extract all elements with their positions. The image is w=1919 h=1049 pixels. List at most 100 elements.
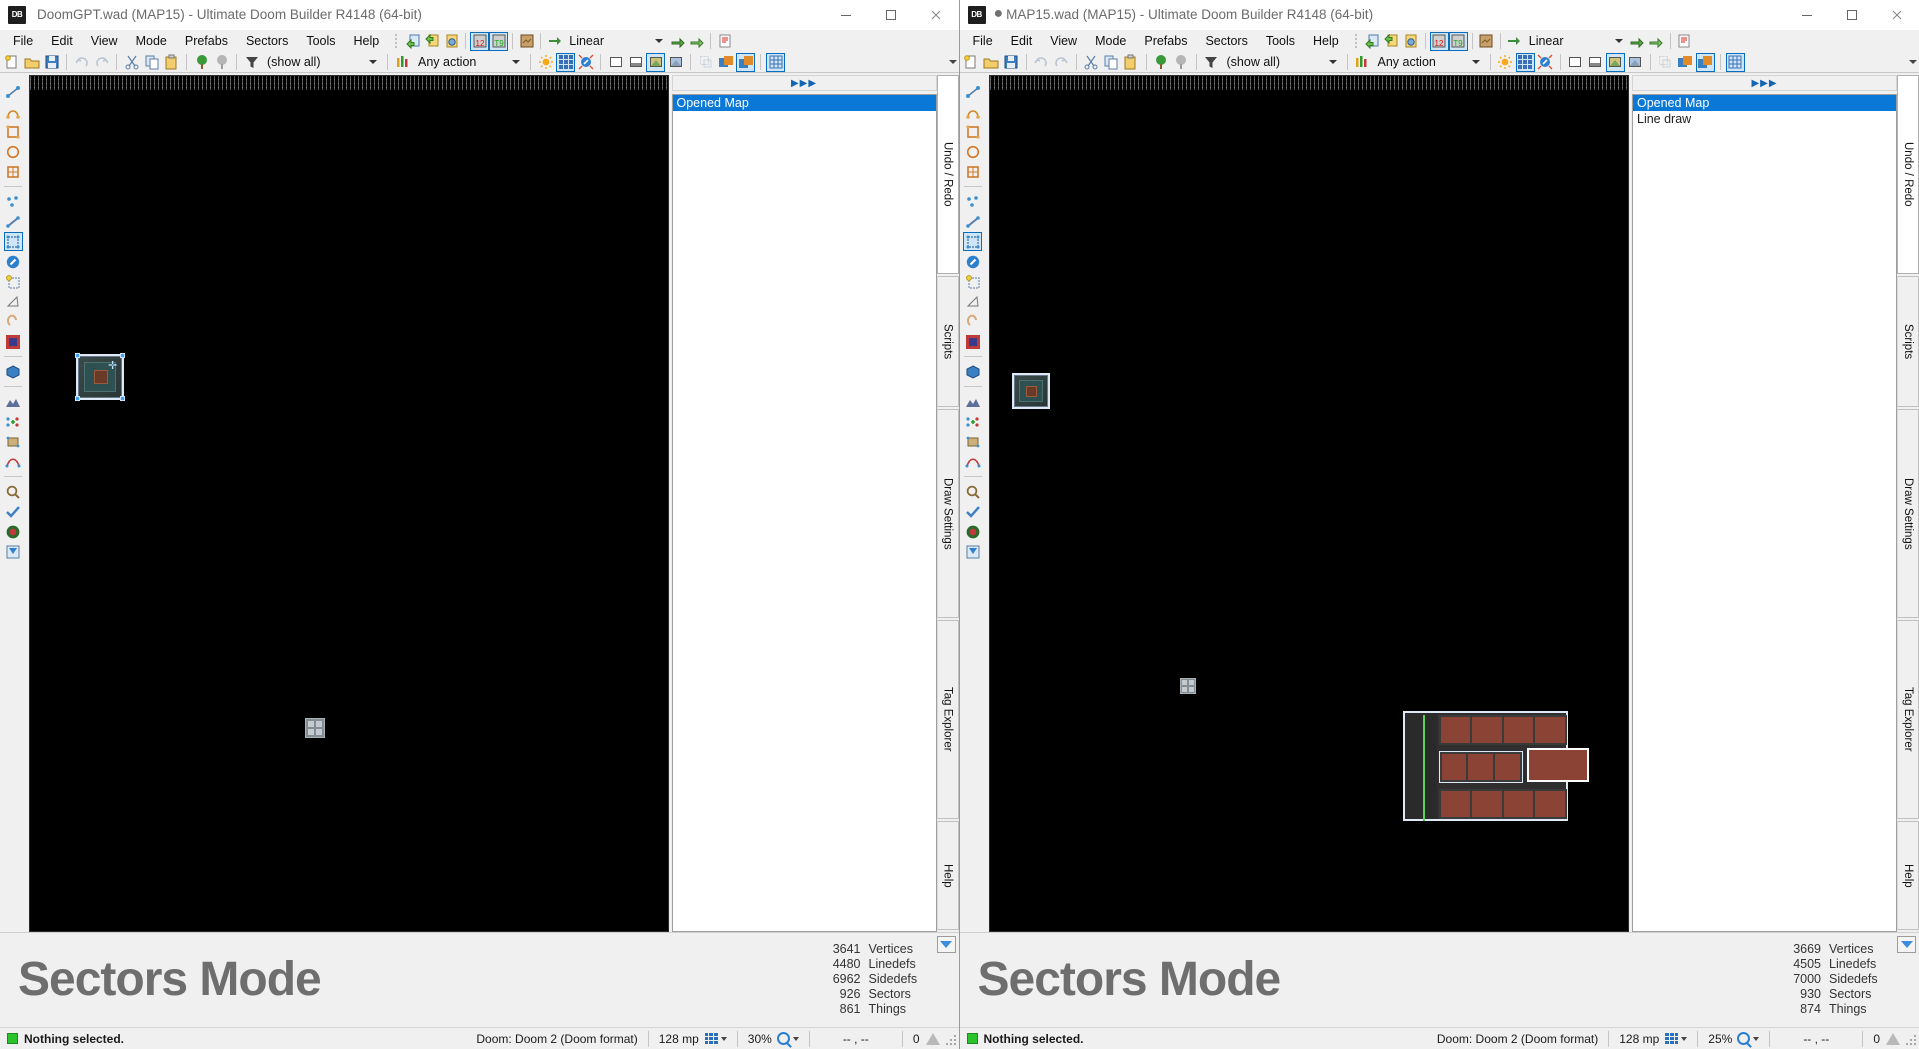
- undo-redo-list[interactable]: Opened Map Line draw: [1632, 94, 1897, 932]
- tab-tag-explorer[interactable]: Tag Explorer: [1897, 620, 1919, 819]
- maximize-button[interactable]: [869, 0, 914, 30]
- test-map-icon[interactable]: [963, 522, 982, 541]
- script-editor-icon[interactable]: [715, 32, 734, 51]
- map-canvas[interactable]: ✛: [29, 75, 669, 932]
- linedef-color-mode-icon[interactable]: [4, 332, 23, 351]
- snap-to-grid-icon[interactable]: [1536, 53, 1555, 72]
- mode-toolbar-grip[interactable]: [969, 75, 977, 81]
- snap-to-grid-icon[interactable]: [576, 53, 595, 72]
- test-map-icon[interactable]: [4, 522, 23, 541]
- menu-file[interactable]: File: [964, 31, 1002, 51]
- save-map-icon[interactable]: [1002, 53, 1021, 72]
- list-item[interactable]: Line draw: [1633, 111, 1896, 127]
- toolbar-overflow-button[interactable]: [1907, 53, 1919, 71]
- resize-grip[interactable]: [1904, 1033, 1916, 1045]
- thing-flags-icon[interactable]: T9: [1448, 31, 1468, 51]
- script-editor-icon[interactable]: [1675, 32, 1694, 51]
- show-grid-icon[interactable]: [1515, 52, 1535, 72]
- tab-scripts[interactable]: Scripts: [936, 275, 959, 407]
- thing-filter-combo[interactable]: (show all): [262, 54, 382, 71]
- selection-copy-icon[interactable]: [696, 53, 715, 72]
- sector-texture-align-icon[interactable]: [736, 52, 755, 72]
- tab-draw-settings[interactable]: Draw Settings: [1897, 408, 1919, 619]
- sectors-mode-icon[interactable]: [963, 232, 982, 251]
- make-sector-icon[interactable]: [4, 272, 23, 291]
- menu-prefabs[interactable]: Prefabs: [176, 31, 237, 51]
- action-filter-combo[interactable]: Any action: [1373, 54, 1485, 71]
- show-things-icon[interactable]: [1152, 53, 1171, 72]
- menu-prefabs[interactable]: Prefabs: [1135, 31, 1196, 51]
- grid-size[interactable]: 128 mp: [1619, 1032, 1688, 1046]
- hide-things-icon[interactable]: [212, 53, 231, 72]
- sector-texture-align-icon[interactable]: [1695, 52, 1715, 72]
- ellipse-mode-icon[interactable]: [963, 142, 982, 161]
- action-filter-icon[interactable]: [1353, 53, 1372, 72]
- action-filter-icon[interactable]: [393, 53, 412, 72]
- selected-sector-shape[interactable]: ✛: [75, 353, 125, 401]
- snap-vertices-icon[interactable]: [1725, 52, 1745, 72]
- menu-help[interactable]: Help: [345, 31, 389, 51]
- open-map-icon[interactable]: [22, 53, 41, 72]
- map-canvas[interactable]: [988, 75, 1629, 932]
- align-linedefs-icon[interactable]: [1647, 32, 1666, 51]
- sector-texture-offset-icon[interactable]: [716, 53, 735, 72]
- grid-draw-mode-icon[interactable]: [4, 162, 23, 181]
- open-nodebuilder-icon[interactable]: [963, 542, 982, 561]
- open-map-icon[interactable]: [982, 53, 1001, 72]
- vertices-select-icon[interactable]: [963, 192, 982, 211]
- curve-linedefs-mode-icon[interactable]: [963, 452, 982, 471]
- import-wad-icon[interactable]: [1364, 32, 1383, 51]
- menu-tools[interactable]: Tools: [1257, 31, 1304, 51]
- texture-browser-icon[interactable]: [517, 32, 536, 51]
- sound-environment-icon[interactable]: [963, 312, 982, 331]
- resize-grip[interactable]: [944, 1033, 956, 1045]
- statistics-expand-button[interactable]: [1897, 936, 1916, 953]
- close-button[interactable]: [1874, 0, 1919, 30]
- sound-environment-icon[interactable]: [4, 312, 23, 331]
- rectangle-mode-icon[interactable]: [963, 122, 982, 141]
- visual-mode-icon[interactable]: [963, 362, 982, 381]
- panel-expand-header[interactable]: ▶▶▶: [1632, 75, 1897, 91]
- thing-flags-icon[interactable]: T9: [489, 31, 509, 51]
- toolbar-overflow-button[interactable]: [947, 53, 959, 71]
- maximize-button[interactable]: [1829, 0, 1874, 30]
- close-button[interactable]: [914, 0, 959, 30]
- full-brightness-icon[interactable]: [1496, 53, 1515, 72]
- vertices-mode-icon[interactable]: [4, 82, 23, 101]
- map-options-icon[interactable]: [442, 32, 461, 51]
- curve-mode-icon[interactable]: [4, 102, 23, 121]
- show-things-icon[interactable]: [192, 53, 211, 72]
- undo-redo-list[interactable]: Opened Map: [671, 94, 937, 932]
- zoom-level[interactable]: 25%: [1708, 1032, 1760, 1046]
- find-replace-icon[interactable]: [963, 482, 982, 501]
- map-region-detail-east[interactable]: [1526, 748, 1589, 782]
- linedef-flags-icon[interactable]: 12: [470, 31, 490, 51]
- menu-file[interactable]: File: [4, 31, 42, 51]
- view-brightness-icon[interactable]: [1586, 53, 1605, 72]
- import-wad-icon[interactable]: [404, 32, 423, 51]
- make-sector-icon[interactable]: [963, 272, 982, 291]
- statistics-expand-button[interactable]: [936, 936, 956, 953]
- filter-funnel-icon[interactable]: [242, 53, 261, 72]
- view-floor-textures-icon[interactable]: [646, 52, 665, 72]
- grid-draw-mode-icon[interactable]: [963, 162, 982, 181]
- tab-draw-settings[interactable]: Draw Settings: [936, 408, 959, 619]
- list-item[interactable]: Opened Map: [1633, 95, 1896, 111]
- mode-toolbar-grip[interactable]: [9, 75, 17, 81]
- undo-icon[interactable]: [1032, 53, 1051, 72]
- zoom-level[interactable]: 30%: [748, 1032, 799, 1046]
- menu-edit[interactable]: Edit: [42, 31, 82, 51]
- menu-mode[interactable]: Mode: [1086, 31, 1135, 51]
- linedef-color-mode-icon[interactable]: [963, 332, 982, 351]
- paste-icon[interactable]: [1122, 53, 1141, 72]
- copy-icon[interactable]: [142, 53, 161, 72]
- sector-texture-offset-icon[interactable]: [1676, 53, 1695, 72]
- undo-icon[interactable]: [72, 53, 91, 72]
- snap-vertices-icon[interactable]: [766, 52, 785, 72]
- view-ceiling-textures-icon[interactable]: [666, 53, 685, 72]
- align-linedefs-icon[interactable]: [687, 32, 706, 51]
- minimize-button[interactable]: [1784, 0, 1829, 30]
- curve-linedefs-icon[interactable]: [1505, 32, 1524, 51]
- tab-help[interactable]: Help: [1897, 820, 1919, 930]
- thing-filter-combo[interactable]: (show all): [1222, 54, 1342, 71]
